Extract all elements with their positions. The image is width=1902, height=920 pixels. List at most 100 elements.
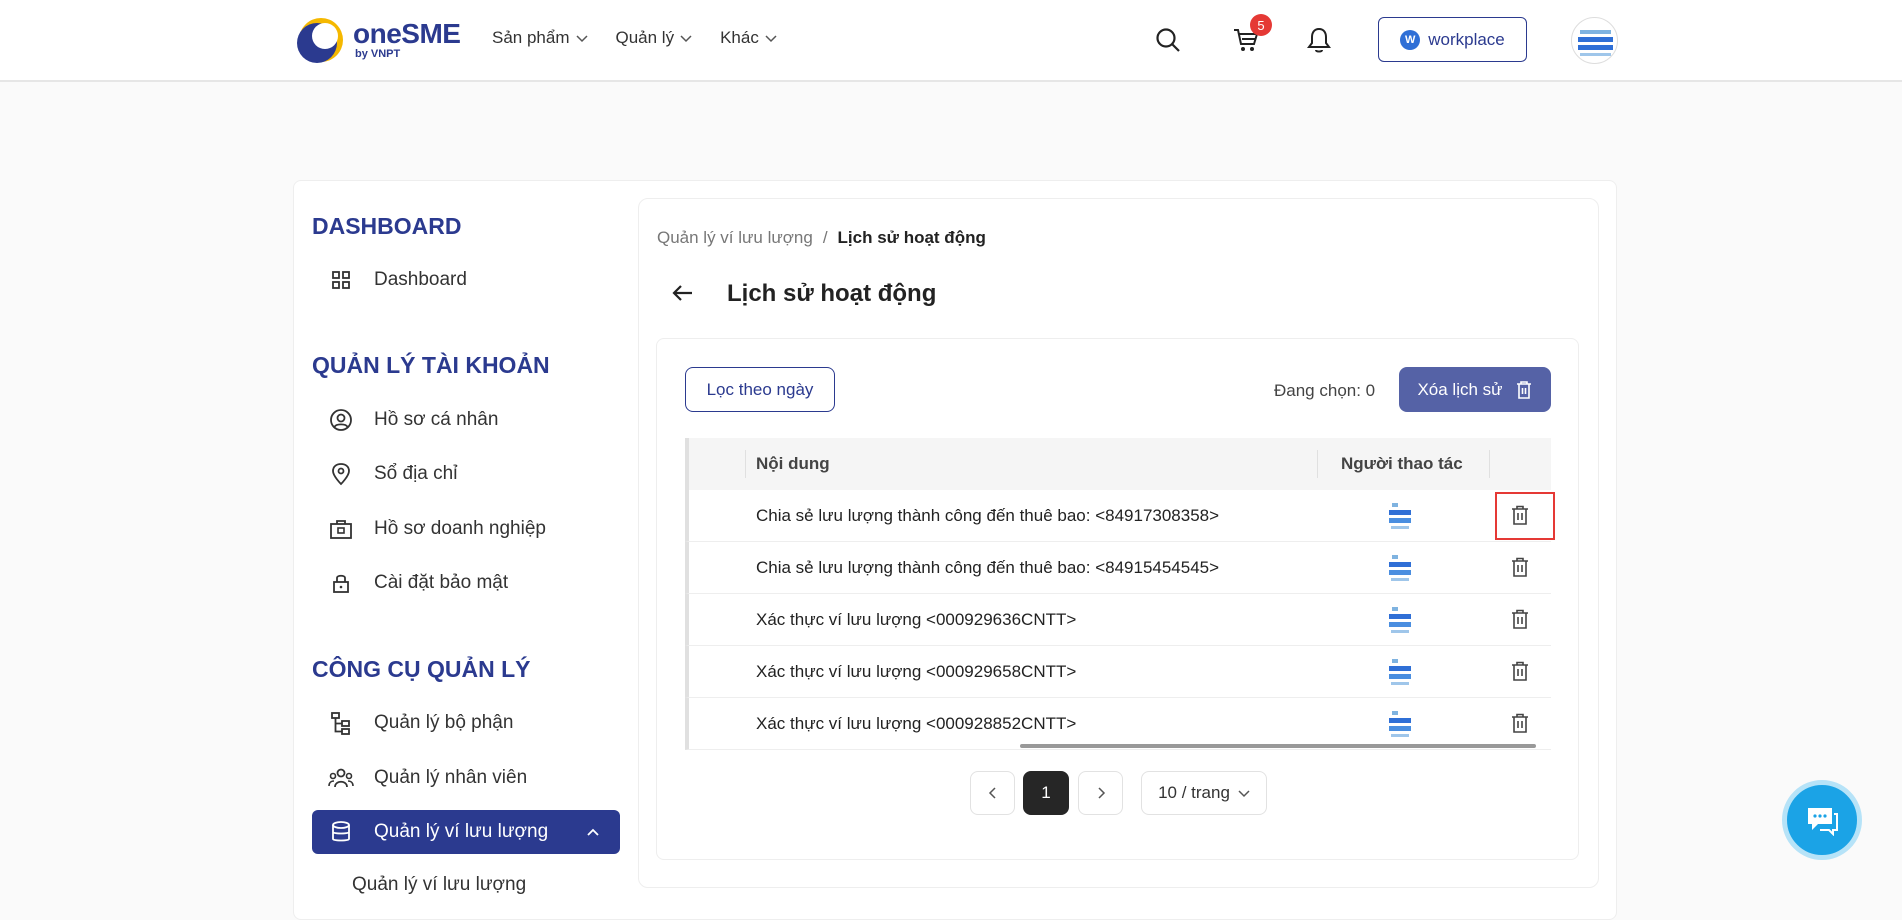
chat-button[interactable]: [1782, 780, 1862, 860]
sidebar-item-label: Quản lý bộ phận: [374, 712, 514, 733]
briefcase-icon: [328, 516, 354, 542]
header-divider: [1489, 450, 1490, 478]
avatar[interactable]: [1571, 17, 1618, 64]
table-row[interactable]: Xác thực ví lưu lượng <000929658CNTT>: [685, 646, 1551, 698]
trash-icon[interactable]: [1509, 556, 1531, 578]
nav-label: Khác: [720, 28, 759, 47]
delete-history-label: Xóa lịch sử: [1417, 379, 1503, 399]
cart-count-badge: 5: [1250, 14, 1272, 36]
chevron-up-icon[interactable]: [586, 824, 600, 846]
workplace-icon: W: [1400, 29, 1421, 50]
users-icon: [328, 765, 354, 791]
page-size-select[interactable]: 10 / trang: [1141, 771, 1267, 815]
sidebar-subitem-traffic-wallet[interactable]: Quản lý ví lưu lượng: [352, 874, 526, 896]
logo-subtitle: by VNPT: [355, 48, 401, 60]
next-page-button[interactable]: [1078, 771, 1123, 815]
chevron-right-icon: [1097, 787, 1105, 799]
sidebar-item-label: Hồ sơ doanh nghiệp: [374, 518, 546, 539]
filter-by-date-button[interactable]: Lọc theo ngày: [685, 367, 835, 412]
section-heading-account: QUẢN LÝ TÀI KHOẢN: [312, 352, 550, 378]
table-row[interactable]: Xác thực ví lưu lượng <000928852CNTT>: [685, 698, 1551, 750]
sidebar-item-label: Dashboard: [374, 269, 467, 290]
row-content: Xác thực ví lưu lượng <000929658CNTT>: [756, 662, 1077, 681]
actor-avatar: [1384, 656, 1416, 688]
cart-icon[interactable]: 5: [1228, 14, 1272, 58]
section-heading-tools: CÔNG CỤ QUẢN LÝ: [312, 656, 531, 682]
top-header: oneSME by VNPT Sản phẩm Quản lý Khác 5 W…: [0, 0, 1902, 82]
col-header-actor: Người thao tác: [1341, 454, 1463, 473]
table-row[interactable]: Chia sẻ lưu lượng thành công đến thuê ba…: [685, 490, 1555, 542]
lock-icon: [328, 570, 354, 596]
workplace-button[interactable]: W workplace: [1378, 17, 1527, 62]
history-table: Nội dung Người thao tác Chia sẻ lưu lượn…: [685, 438, 1555, 750]
location-pin-icon: [328, 461, 354, 487]
col-header-content: Nội dung: [756, 454, 830, 473]
actor-avatar: [1384, 604, 1416, 636]
logo-mark-icon: [295, 16, 347, 64]
page-title: Lịch sử hoạt động: [727, 280, 937, 307]
table-row[interactable]: Chia sẻ lưu lượng thành công đến thuê ba…: [685, 542, 1551, 594]
horizontal-scrollbar[interactable]: [1020, 744, 1536, 748]
onesme-logo[interactable]: oneSME by VNPT: [295, 16, 465, 64]
row-content: Chia sẻ lưu lượng thành công đến thuê ba…: [756, 506, 1220, 525]
sidebar-item-business-profile[interactable]: Hồ sơ doanh nghiệp: [312, 507, 620, 551]
selected-count: Đang chọn: 0: [1274, 381, 1376, 400]
actor-avatar: [1384, 500, 1416, 532]
back-arrow-icon[interactable]: [670, 280, 696, 306]
chevron-left-icon: [988, 787, 996, 799]
actor-avatar: [1384, 552, 1416, 584]
chat-icon: [1808, 808, 1838, 836]
sidebar-item-label: Cài đặt bảo mật: [374, 572, 509, 593]
sidebar-item-employees[interactable]: Quản lý nhân viên: [312, 756, 620, 800]
nav-khac[interactable]: Khác: [720, 28, 777, 48]
trash-icon[interactable]: [1509, 712, 1531, 734]
sidebar-item-label: Hồ sơ cá nhân: [374, 409, 499, 430]
actor-avatar: [1384, 708, 1416, 740]
row-content: Xác thực ví lưu lượng <000929636CNTT>: [756, 610, 1077, 629]
breadcrumb-separator: /: [822, 228, 828, 247]
chevron-down-icon: [1238, 790, 1250, 798]
section-heading-dashboard: DASHBOARD: [312, 213, 462, 239]
chevron-down-icon: [765, 35, 777, 43]
database-icon: [328, 819, 354, 845]
sidebar-item-profile[interactable]: Hồ sơ cá nhân: [312, 398, 620, 442]
trash-icon[interactable]: [1509, 660, 1531, 682]
table-header: Nội dung Người thao tác: [685, 438, 1551, 490]
main-nav: Sản phẩm Quản lý Khác: [492, 28, 777, 48]
grid-icon: [328, 267, 354, 293]
breadcrumb-current: Lịch sử hoạt động: [837, 228, 986, 247]
trash-icon: [1516, 380, 1531, 399]
user-circle-icon: [328, 407, 354, 433]
search-icon[interactable]: [1150, 22, 1186, 58]
workplace-label: workplace: [1428, 29, 1505, 49]
sidebar-item-label: Quản lý ví lưu lượng: [374, 821, 549, 842]
sidebar-item-label: Sổ địa chỉ: [374, 463, 458, 484]
row-content: Xác thực ví lưu lượng <000928852CNTT>: [756, 714, 1077, 733]
trash-icon[interactable]: [1509, 608, 1531, 630]
bell-icon[interactable]: [1301, 22, 1337, 58]
trash-icon[interactable]: [1509, 504, 1531, 526]
breadcrumb: Quản lý ví lưu lượng / Lịch sử hoạt động: [657, 228, 986, 248]
org-tree-icon: [328, 710, 354, 736]
chevron-down-icon: [680, 35, 692, 43]
nav-quan-ly[interactable]: Quản lý: [616, 28, 693, 48]
sidebar-item-traffic-wallet[interactable]: Quản lý ví lưu lượng: [312, 810, 620, 854]
row-content: Chia sẻ lưu lượng thành công đến thuê ba…: [756, 558, 1220, 577]
chevron-down-icon: [575, 35, 588, 43]
delete-history-button[interactable]: Xóa lịch sử: [1399, 367, 1551, 412]
sidebar-item-departments[interactable]: Quản lý bộ phận: [312, 701, 620, 745]
logo-title: oneSME: [353, 18, 461, 49]
nav-label: Sản phẩm: [492, 28, 570, 47]
table-row[interactable]: Xác thực ví lưu lượng <000929636CNTT>: [685, 594, 1551, 646]
prev-page-button[interactable]: [970, 771, 1015, 815]
header-divider: [1317, 450, 1318, 478]
breadcrumb-parent[interactable]: Quản lý ví lưu lượng: [657, 228, 813, 248]
sidebar-item-dashboard[interactable]: Dashboard: [312, 258, 620, 302]
page-size-value: 10 / trang: [1158, 783, 1230, 802]
header-divider: [745, 450, 746, 478]
nav-san-pham[interactable]: Sản phẩm: [492, 28, 588, 48]
sidebar-item-address-book[interactable]: Sổ địa chỉ: [312, 452, 620, 496]
nav-label: Quản lý: [615, 28, 675, 47]
sidebar-item-security[interactable]: Cài đặt bảo mật: [312, 561, 620, 605]
page-1-button[interactable]: 1: [1023, 771, 1069, 815]
